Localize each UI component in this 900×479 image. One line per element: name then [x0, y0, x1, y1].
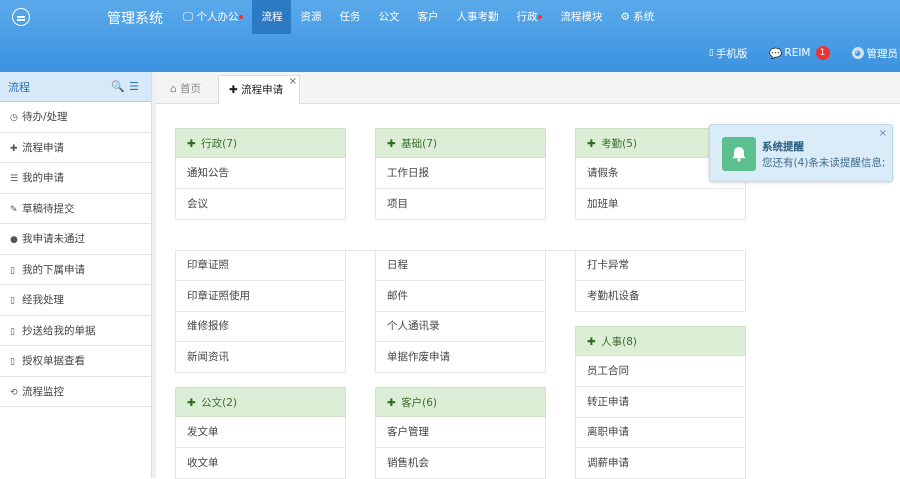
group-header-basic[interactable]: ✚ 基础(7) [375, 128, 546, 158]
plus-icon: ✚ [229, 84, 238, 96]
list-item[interactable]: 收文单 [175, 448, 346, 479]
list-item[interactable]: 发文单 [175, 417, 346, 448]
bookmark-icon: ▯ [10, 326, 15, 337]
divider [175, 250, 746, 251]
close-icon[interactable]: × [879, 128, 887, 139]
clock-icon: ◷ [10, 113, 18, 123]
sidebar-item-authorized[interactable]: ▯ 授权单据查看 [0, 346, 151, 377]
app-title: 管理系统 [107, 11, 163, 27]
mobile-version-link[interactable]: ▯ 手机版 [709, 46, 747, 61]
list-item[interactable]: 维修报修 [175, 311, 346, 342]
plus-icon: ✚ [587, 336, 596, 348]
list-item[interactable]: 离职申请 [575, 417, 746, 448]
reim-count-badge: 1 [815, 46, 830, 60]
sidebar-title: 流程 [8, 80, 30, 94]
nav-system[interactable]: ⚙ 系统 [611, 0, 663, 34]
plus-icon: ✚ [10, 143, 18, 154]
tab-home[interactable]: ⌂ 首页 [160, 75, 211, 104]
list-item[interactable]: 考勤机设备 [575, 281, 746, 312]
list-item[interactable]: 员工合同 [575, 356, 746, 387]
chat-icon: 💬 [769, 47, 783, 60]
list-item[interactable]: 日程 [375, 250, 546, 281]
system-reminder-toast[interactable]: 系统提醒 您还有(4)条未读提醒信息; × [709, 124, 893, 182]
list-item[interactable]: 调薪申请 [575, 448, 746, 479]
sidebar-item-todo[interactable]: ◷ 待办/处理 [0, 102, 151, 133]
list-item[interactable]: 工作日报 [375, 158, 546, 189]
sidebar-header: 流程 🔍☰ [0, 72, 151, 102]
toast-message: 您还有(4)条未读提醒信息; [762, 157, 886, 169]
tab-workflow-apply[interactable]: ✚ 流程申请 × [218, 75, 300, 104]
close-icon[interactable]: × [289, 67, 297, 96]
notification-dot [239, 15, 244, 19]
nav-tasks[interactable]: 任务 [330, 0, 369, 34]
sidebar-item-my-requests[interactable]: ☰ 我的申请 [0, 163, 151, 194]
list-item[interactable]: 新闻资讯 [175, 342, 346, 373]
plus-icon: ✚ [187, 138, 196, 150]
top-bar: 管理系统 🖵 个人办公 流程 资源 任务 公文 客户 人事考勤 行政 流程模块 … [0, 0, 900, 72]
nav-hr-attendance[interactable]: 人事考勤 [447, 0, 507, 34]
monitor-icon: 🖵 [183, 11, 194, 23]
list-item[interactable]: 项目 [375, 189, 546, 220]
bookmark-icon: ▯ [10, 296, 15, 306]
sidebar-item-monitor[interactable]: ⟲ 流程监控 [0, 377, 151, 407]
sidebar-item-rejected[interactable]: ● 我申请未通过 [0, 224, 151, 255]
nav-resources[interactable]: 资源 [291, 0, 330, 34]
list-icon: ☰ [10, 174, 19, 184]
refresh-icon: ⟲ [10, 387, 18, 398]
group-header-hr[interactable]: ✚ 人事(8) [575, 326, 746, 356]
home-icon: ⌂ [170, 83, 177, 95]
group-header-customers[interactable]: ✚ 客户(6) [375, 387, 546, 417]
sidebar: 流程 🔍☰ ◷ 待办/处理 ✚ 流程申请 ☰ 我的申请 ✎ 草稿待提交 ● 我申请未通过 … [0, 72, 152, 478]
nav-workflow-modules[interactable]: 流程模块 [551, 0, 611, 34]
gear-icon: ⚙ [620, 11, 630, 23]
group-header-documents[interactable]: ✚ 公文(2) [175, 387, 346, 417]
nav-administration[interactable]: 行政 [507, 0, 551, 34]
sidebar-item-handled[interactable]: ▯ 经我处理 [0, 285, 151, 316]
sidebar-item-cc[interactable]: ▯ 抄送给我的单据 [0, 316, 151, 346]
list-item[interactable]: 打卡异常 [575, 250, 746, 281]
bookmark-icon: ▯ [10, 357, 15, 367]
list-item[interactable]: 转正申请 [575, 387, 746, 418]
list-item[interactable]: 邮件 [375, 281, 546, 312]
group-header-admin[interactable]: ✚ 行政(7) [175, 128, 346, 158]
top-right-toolbar: ▯ 手机版 💬 REIM 1 ◕ 管理员 [709, 44, 900, 62]
list-item[interactable]: 印章证照 [175, 250, 346, 281]
plus-icon: ✚ [387, 138, 396, 150]
list-item[interactable]: 加班单 [575, 189, 746, 220]
list-item[interactable]: 个人通讯录 [375, 311, 546, 342]
nav-customers[interactable]: 客户 [408, 0, 447, 34]
nav-personal-office[interactable]: 🖵 个人办公 [174, 0, 252, 34]
menu-toggle-icon[interactable] [12, 8, 30, 26]
bookmark-icon: ▯ [10, 265, 15, 276]
tab-bar: ⌂ 首页 ✚ 流程申请 × [156, 72, 900, 104]
plus-icon: ✚ [587, 138, 596, 150]
mobile-icon: ▯ [708, 48, 714, 58]
list-item[interactable]: 印章证照使用 [175, 281, 346, 312]
main-nav: 🖵 个人办公 流程 资源 任务 公文 客户 人事考勤 行政 流程模块 ⚙ 系统 [174, 0, 663, 34]
sidebar-item-drafts[interactable]: ✎ 草稿待提交 [0, 194, 151, 224]
reim-chat-link[interactable]: 💬 REIM 1 [769, 46, 830, 60]
sidebar-item-subordinate[interactable]: ▯ 我的下属申请 [0, 255, 151, 285]
plus-icon: ✚ [387, 397, 396, 409]
list-item[interactable]: 客户管理 [375, 417, 546, 448]
avatar: ◕ [851, 47, 864, 59]
list-item[interactable]: 会议 [175, 189, 346, 220]
plus-icon: ✚ [187, 397, 196, 409]
bell-icon [722, 137, 756, 171]
menu-icon[interactable]: ☰ [129, 80, 143, 93]
toast-title: 系统提醒 [762, 141, 804, 153]
search-icon[interactable]: 🔍 [111, 80, 129, 93]
nav-documents[interactable]: 公文 [369, 0, 408, 34]
nav-workflow[interactable]: 流程 [252, 0, 292, 34]
info-icon: ● [10, 235, 18, 245]
list-item[interactable]: 单据作废申请 [375, 342, 546, 373]
sidebar-item-apply[interactable]: ✚ 流程申请 [0, 133, 151, 163]
list-item[interactable]: 通知公告 [175, 158, 346, 189]
list-item[interactable]: 销售机会 [375, 448, 546, 479]
edit-icon: ✎ [10, 204, 18, 215]
notification-dot [538, 15, 543, 19]
user-menu[interactable]: ◕ 管理员 [851, 46, 898, 61]
